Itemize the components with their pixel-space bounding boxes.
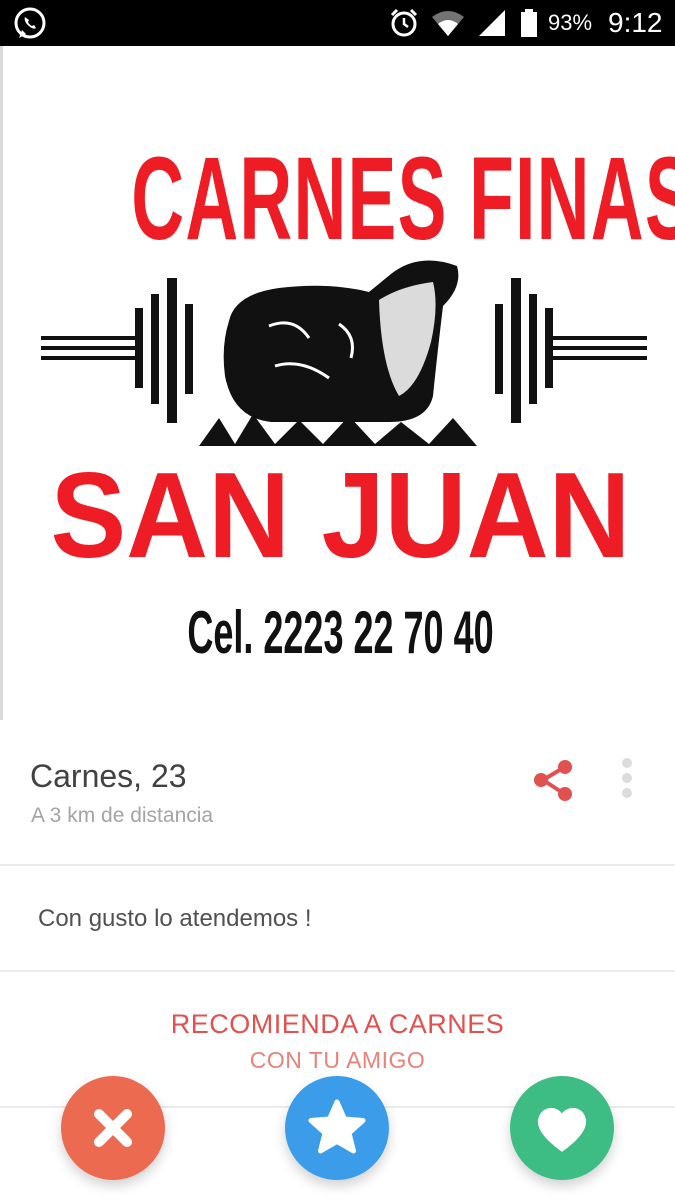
battery-icon xyxy=(521,9,537,37)
super-like-button[interactable] xyxy=(285,1076,389,1180)
profile-bio: Con gusto lo atendemos ! xyxy=(38,905,312,932)
recommend-subtitle[interactable]: CON TU AMIGO xyxy=(0,1045,675,1075)
logo-title-top: CARNES FINAS xyxy=(131,133,675,265)
signal-icon xyxy=(479,10,505,36)
star-icon xyxy=(308,1099,366,1154)
profile-age: 23 xyxy=(150,758,187,794)
more-vertical-icon[interactable] xyxy=(614,756,640,804)
close-icon xyxy=(94,1109,132,1147)
battery-percentage: 93% xyxy=(548,10,593,35)
heart-icon xyxy=(537,1108,587,1152)
wifi-icon xyxy=(432,11,464,36)
share-icon[interactable] xyxy=(530,756,578,804)
divider xyxy=(0,864,675,866)
like-button[interactable] xyxy=(510,1076,614,1180)
clock: 9:12 xyxy=(608,7,663,38)
logo-barbell-sheep xyxy=(41,260,647,446)
logo-phone: Cel. 2223 22 70 40 xyxy=(187,599,494,666)
alarm-icon xyxy=(390,8,418,37)
status-bar: 93% 9:12 xyxy=(0,0,675,46)
profile-photo[interactable]: CARNES FINAS SAN JUAN Cel. 2223 22 70 40 xyxy=(0,46,675,720)
whatsapp-icon xyxy=(14,7,46,39)
nope-button[interactable] xyxy=(61,1076,165,1180)
recommend-title[interactable]: RECOMIENDA A CARNES xyxy=(0,1006,675,1042)
profile-distance: A 3 km de distancia xyxy=(31,804,214,827)
logo-title-bottom: SAN JUAN xyxy=(50,447,631,583)
profile-first-name: Carnes, xyxy=(30,758,143,794)
profile-name: Carnes, 23 xyxy=(30,756,187,796)
divider xyxy=(0,970,675,972)
